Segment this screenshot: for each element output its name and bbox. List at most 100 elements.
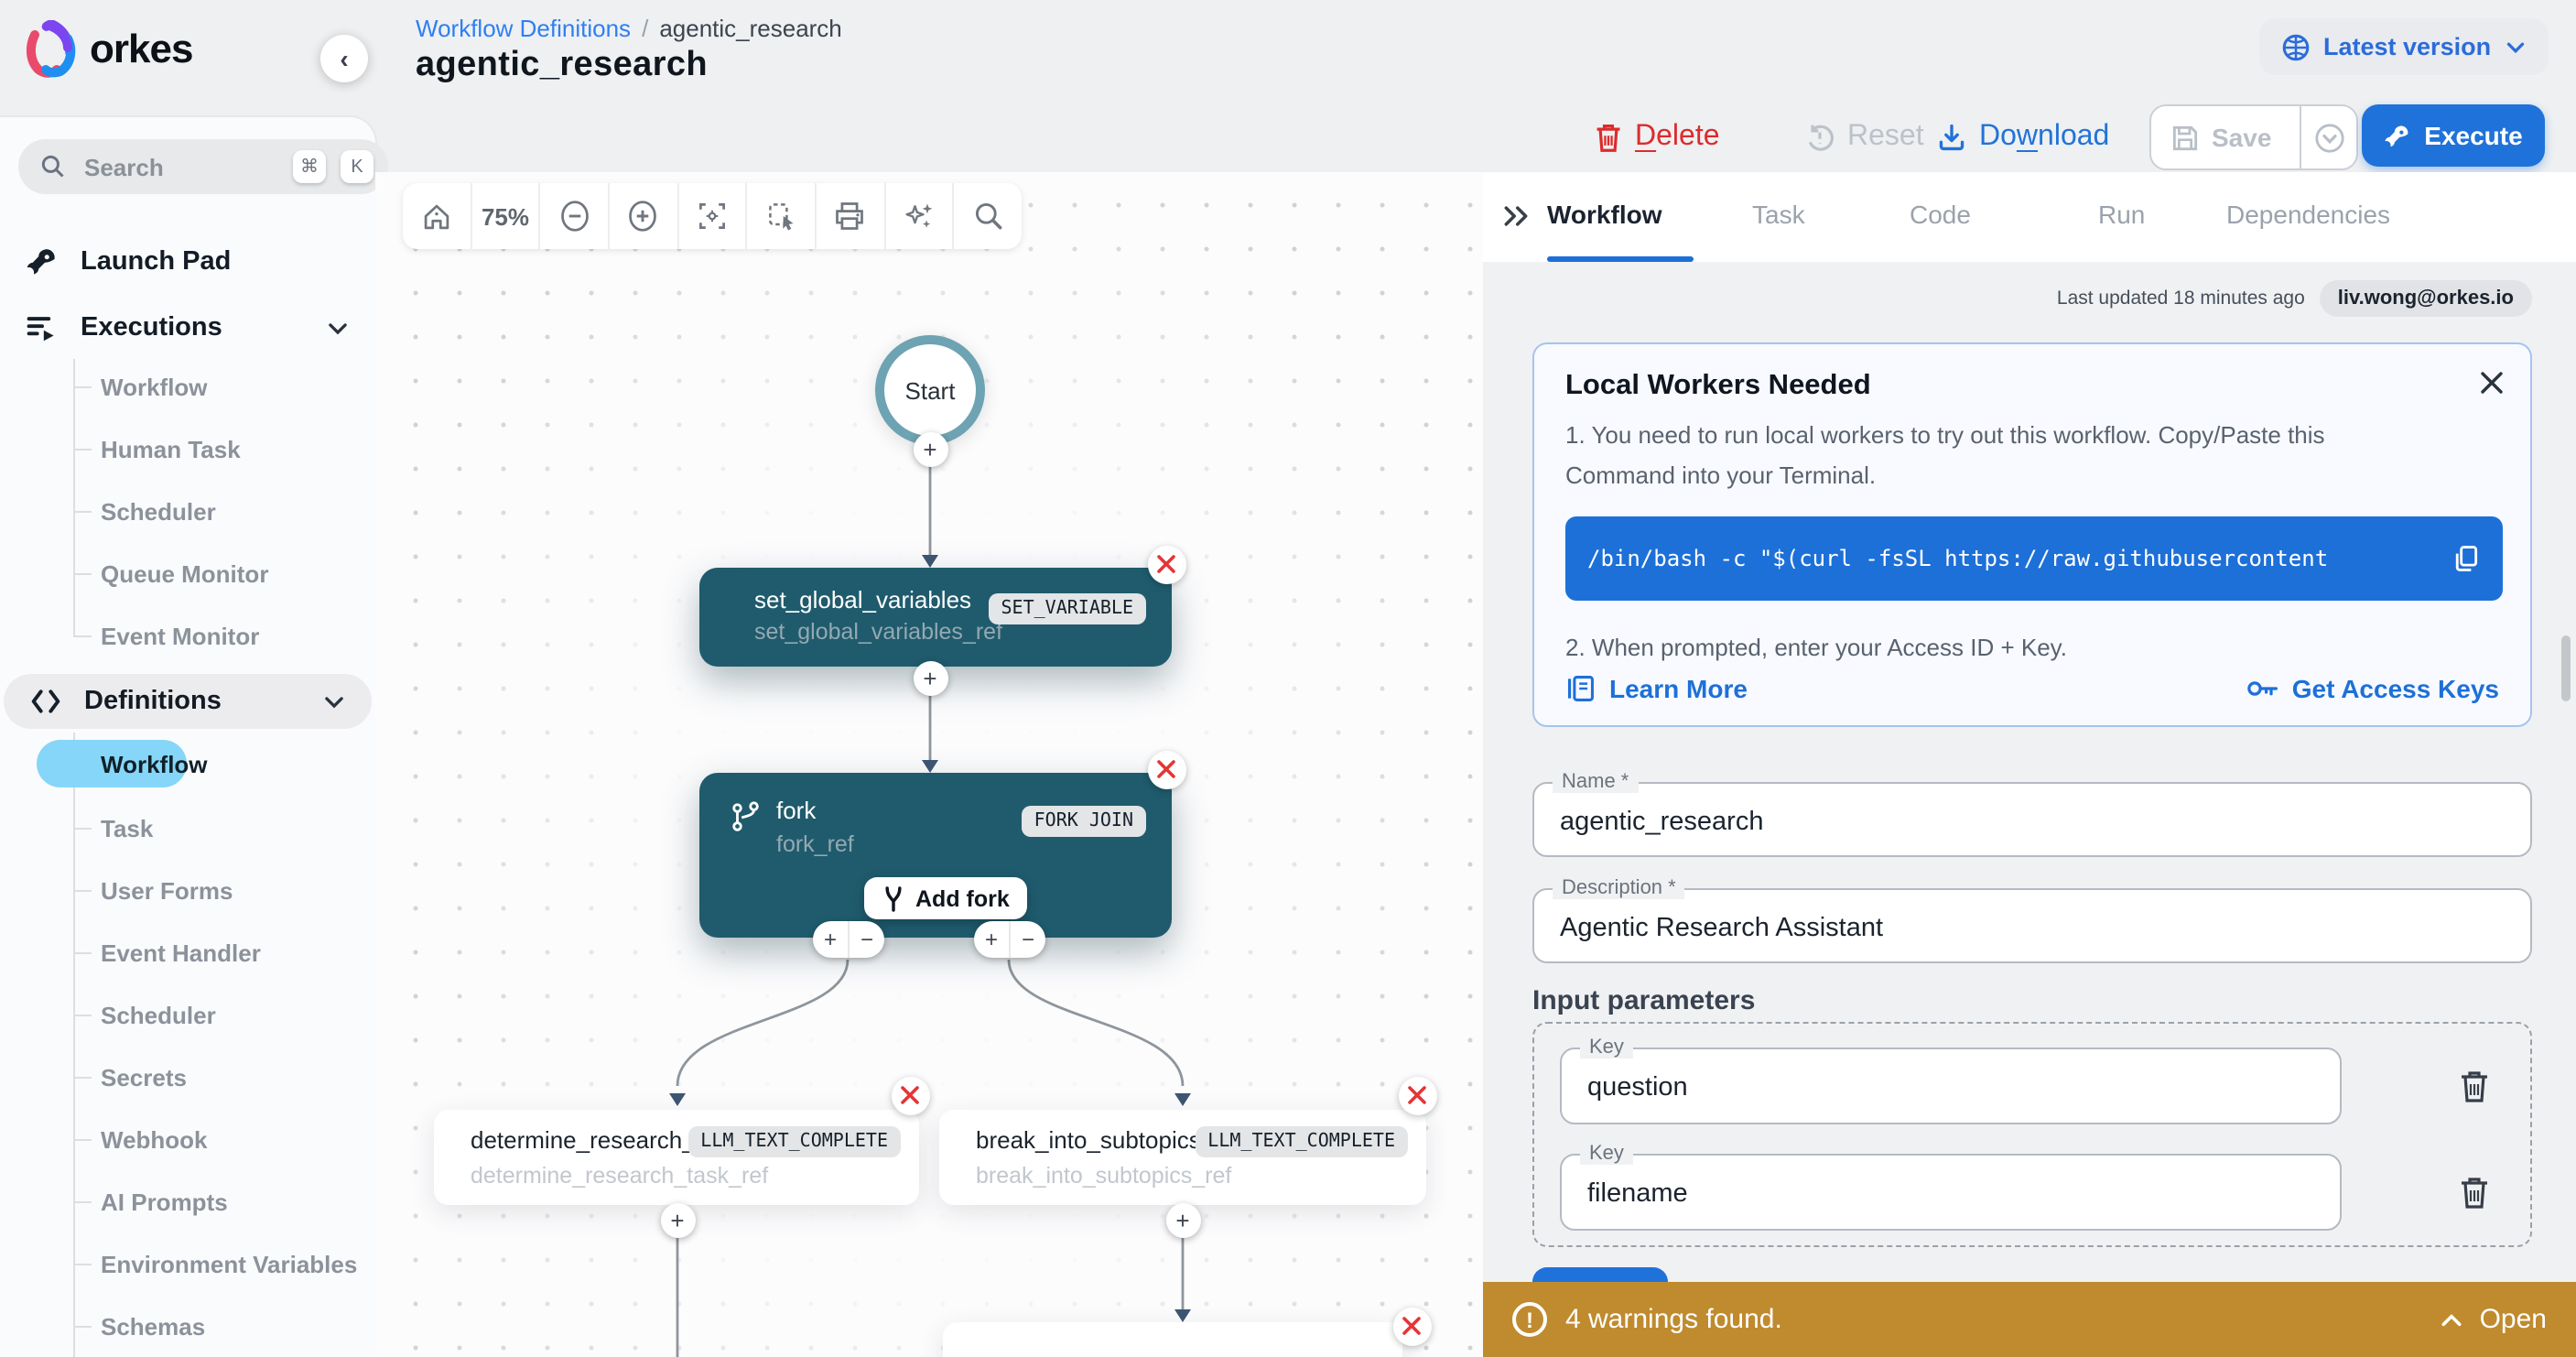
tab-task[interactable]: Task: [1752, 200, 1805, 229]
node-determine-research-task[interactable]: determine_research_task LLM_TEXT_COMPLET…: [434, 1110, 919, 1205]
fork-branch-2-remove-button[interactable]: −: [1009, 921, 1045, 958]
last-updated-text: Last updated 18 minutes ago: [2057, 288, 2305, 309]
remove-bottom-node-button[interactable]: [1392, 1307, 1431, 1345]
copy-icon[interactable]: [2452, 544, 2481, 573]
ai-assist-button[interactable]: [883, 183, 952, 249]
tree-tick: [73, 828, 92, 830]
node-partial-bottom[interactable]: [943, 1322, 1402, 1357]
fork-branch-1-add-button[interactable]: +: [813, 921, 848, 958]
version-selector[interactable]: Latest version: [2259, 18, 2548, 75]
param-key-input-question[interactable]: [1584, 1049, 2318, 1126]
remove-break-into-subtopics-button[interactable]: [1398, 1076, 1436, 1114]
description-input[interactable]: [1556, 890, 2508, 965]
zoom-in-button[interactable]: [608, 183, 676, 249]
sidebar-item-definitions-workflow-active[interactable]: Workflow: [37, 740, 187, 787]
param-key-field[interactable]: Key: [1560, 1154, 2342, 1231]
close-icon[interactable]: [2479, 370, 2505, 396]
breadcrumb-link[interactable]: Workflow Definitions: [416, 15, 631, 42]
param-key-field[interactable]: Key: [1560, 1048, 2342, 1124]
fork-branch-2-add-button[interactable]: +: [974, 921, 1009, 958]
node-break-into-subtopics[interactable]: break_into_subtopics LLM_TEXT_COMPLETE b…: [939, 1110, 1426, 1205]
node-fork[interactable]: fork fork_ref FORK JOIN Add fork: [699, 773, 1172, 938]
tree-tick: [73, 635, 92, 637]
fork-branch-icon: [729, 800, 763, 835]
sidebar-item-event-monitor[interactable]: Event Monitor: [101, 623, 259, 650]
node-set-global-variables[interactable]: set_global_variables set_global_variable…: [699, 568, 1172, 667]
sidebar-item-executions[interactable]: Executions: [0, 300, 375, 355]
search-input-container[interactable]: ⌘ K: [18, 139, 388, 194]
name-input[interactable]: [1556, 784, 2508, 859]
search-input[interactable]: [81, 151, 278, 182]
tree-tick: [73, 573, 92, 575]
breadcrumb: Workflow Definitions / agentic_research: [416, 15, 842, 42]
local-workers-card: Local Workers Needed 1. You need to run …: [1532, 342, 2532, 727]
tab-code[interactable]: Code: [1910, 200, 1971, 229]
sidebar-item-definitions[interactable]: Definitions: [4, 674, 372, 729]
description-field[interactable]: Description *: [1532, 888, 2532, 963]
get-access-keys-link[interactable]: Get Access Keys: [2246, 674, 2499, 703]
orkes-logo: orkes: [24, 20, 192, 79]
sidebar-item-user-forms[interactable]: User Forms: [101, 877, 233, 905]
save-options-dropdown-button[interactable]: [2300, 106, 2356, 168]
worker-command-block: /bin/bash -c "$(curl -fsSL https://raw.g…: [1565, 516, 2503, 601]
tab-workflow[interactable]: Workflow: [1547, 200, 1662, 229]
download-button[interactable]: Download: [1937, 115, 2109, 157]
delete-param-icon[interactable]: [2459, 1069, 2490, 1102]
sidebar-item-def-scheduler[interactable]: Scheduler: [101, 1002, 216, 1029]
tab-dependencies[interactable]: Dependencies: [2226, 200, 2390, 229]
sidebar-item-ai-prompts[interactable]: AI Prompts: [101, 1189, 228, 1216]
sidebar-item-schemas[interactable]: Schemas: [101, 1313, 205, 1341]
remove-fork-button[interactable]: [1147, 750, 1185, 788]
fit-to-screen-button[interactable]: [676, 183, 745, 249]
add-task-after-set-global-variables-button[interactable]: +: [913, 660, 947, 695]
name-field[interactable]: Name *: [1532, 782, 2532, 857]
fork-branch-1-remove-button[interactable]: −: [848, 921, 884, 958]
tab-run[interactable]: Run: [2098, 200, 2145, 229]
sidebar-item-task[interactable]: Task: [101, 815, 153, 842]
delete-button[interactable]: Delete: [1595, 115, 1720, 157]
collapse-chevron-icon: ‹: [340, 44, 348, 73]
home-reset-view-button[interactable]: [403, 183, 470, 249]
param-key-input-filename[interactable]: [1584, 1156, 2318, 1232]
delete-param-icon[interactable]: [2459, 1176, 2490, 1209]
sidebar-item-secrets[interactable]: Secrets: [101, 1064, 187, 1091]
node-title: fork: [776, 797, 816, 824]
sidebar-item-executions-workflow[interactable]: Workflow: [101, 374, 208, 401]
reset-button[interactable]: Reset: [1805, 115, 1924, 157]
save-button[interactable]: Save: [2151, 106, 2300, 168]
select-mode-button[interactable]: [746, 183, 815, 249]
execute-button[interactable]: Execute: [2362, 104, 2545, 167]
workers-step2: 2. When prompted, enter your Access ID +…: [1565, 634, 2067, 661]
print-button[interactable]: [815, 183, 883, 249]
add-task-after-start-button[interactable]: +: [913, 431, 947, 466]
sidebar-item-webhook[interactable]: Webhook: [101, 1126, 208, 1154]
warnings-message: 4 warnings found.: [1565, 1304, 1782, 1335]
sidebar-item-human-task[interactable]: Human Task: [101, 436, 241, 463]
plus-icon: +: [1175, 1208, 1189, 1232]
warnings-open-button[interactable]: Open: [2440, 1304, 2547, 1335]
sidebar-item-queue-monitor[interactable]: Queue Monitor: [101, 560, 268, 588]
detail-panel-content: Last updated 18 minutes ago liv.wong@ork…: [1483, 262, 2576, 1282]
workflow-canvas[interactable]: 75%: [375, 172, 1483, 1357]
sidebar-item-event-handler[interactable]: Event Handler: [101, 939, 261, 967]
sidebar-item-launch-pad[interactable]: Launch Pad: [0, 234, 375, 289]
plus-icon: +: [923, 666, 936, 689]
search-canvas-button[interactable]: [953, 183, 1022, 249]
remove-determine-research-task-button[interactable]: [891, 1076, 929, 1114]
collapse-panel-icon[interactable]: [1501, 201, 1531, 231]
start-node[interactable]: Start: [875, 335, 985, 445]
sidebar-item-environment-variables[interactable]: Environment Variables: [101, 1251, 357, 1278]
zoom-out-button[interactable]: [539, 183, 608, 249]
add-fork-button[interactable]: Add fork: [864, 877, 1028, 919]
sidebar-collapse-button[interactable]: ‹: [320, 35, 368, 82]
add-task-after-break-into-subtopics-button[interactable]: +: [1165, 1202, 1200, 1237]
learn-more-link[interactable]: Learn More: [1565, 674, 1748, 703]
input-parameters-container: Key Key: [1532, 1022, 2532, 1247]
sidebar-item-scheduler[interactable]: Scheduler: [101, 498, 216, 526]
remove-set-global-variables-button[interactable]: [1147, 545, 1185, 583]
save-split-button: Save: [2149, 104, 2358, 170]
zoom-level-indicator: 75%: [470, 183, 538, 249]
page-scrollbar-thumb[interactable]: [2561, 635, 2571, 701]
add-fork-label: Add fork: [915, 885, 1010, 911]
add-task-after-determine-research-task-button[interactable]: +: [660, 1202, 695, 1237]
